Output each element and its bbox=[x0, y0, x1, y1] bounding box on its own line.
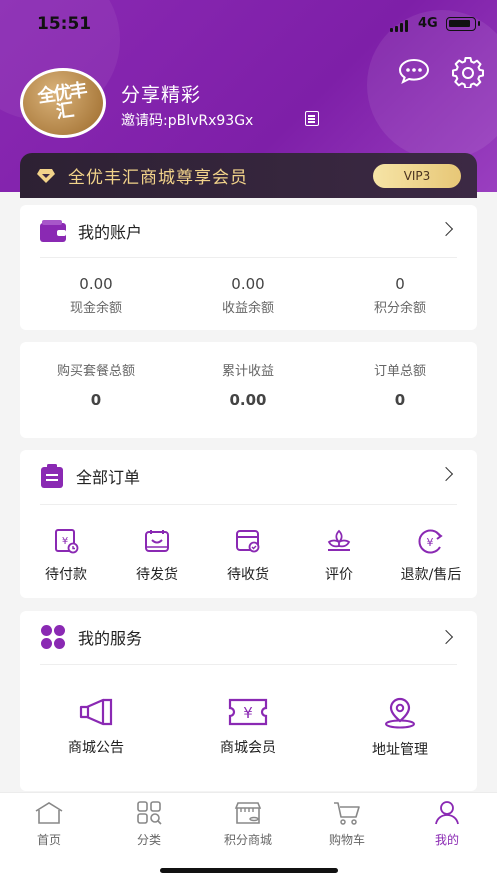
diamond-icon bbox=[37, 168, 55, 183]
svg-text:¥: ¥ bbox=[62, 536, 68, 547]
orders-title: 全部订单 bbox=[76, 468, 141, 487]
service-label: 地址管理 bbox=[372, 742, 428, 758]
category-icon bbox=[137, 801, 162, 825]
megaphone-icon bbox=[79, 698, 113, 726]
svg-text:¥: ¥ bbox=[427, 536, 434, 549]
order-total: 订单总额 0 bbox=[324, 360, 476, 409]
order-refund[interactable]: ¥ 退款/售后 bbox=[393, 528, 469, 584]
refund-icon: ¥ bbox=[418, 529, 443, 554]
service-label: 商城公告 bbox=[68, 740, 124, 756]
network-type: 4G bbox=[418, 16, 438, 31]
avatar-logo-text: 全优丰汇 bbox=[36, 79, 87, 123]
order-item-label: 待付款 bbox=[45, 567, 87, 583]
stat-label: 订单总额 bbox=[373, 364, 426, 379]
points-balance[interactable]: 0 积分余额 bbox=[324, 275, 476, 316]
cash-balance[interactable]: 0.00 现金余额 bbox=[20, 275, 172, 316]
earnings-balance[interactable]: 0.00 收益余额 bbox=[172, 275, 324, 316]
cumulative-earnings: 累计收益 0.00 bbox=[172, 360, 324, 409]
all-orders-header[interactable]: 全部订单 bbox=[20, 450, 477, 502]
signal-icon bbox=[390, 20, 408, 32]
stat-value: 0 bbox=[90, 391, 102, 409]
location-pin-icon bbox=[385, 697, 415, 729]
status-bar: 15:51 4G bbox=[0, 0, 497, 50]
order-pending-payment[interactable]: ¥ 待付款 bbox=[30, 528, 102, 584]
stat-label: 购买套餐总额 bbox=[56, 364, 135, 379]
stat-label: 累计收益 bbox=[221, 364, 274, 379]
pending-payment-icon: ¥ bbox=[55, 529, 79, 554]
tab-label: 我的 bbox=[434, 833, 459, 847]
stat-value: 0.00 bbox=[79, 275, 113, 293]
services-title: 我的服务 bbox=[78, 629, 143, 648]
message-icon[interactable] bbox=[398, 58, 430, 84]
tab-label: 购物车 bbox=[328, 833, 365, 847]
wallet-icon bbox=[40, 220, 66, 242]
tab-category[interactable]: 分类 bbox=[109, 801, 189, 848]
service-label: 商城会员 bbox=[220, 740, 276, 756]
service-announcements[interactable]: 商城公告 bbox=[30, 697, 162, 757]
account-header[interactable]: 我的账户 bbox=[20, 205, 477, 257]
store-icon bbox=[234, 802, 262, 824]
stat-value: 0 bbox=[394, 391, 406, 409]
clipboard-icon bbox=[41, 464, 63, 488]
service-membership[interactable]: ¥ 商城会员 bbox=[182, 697, 314, 757]
vip-title: 全优丰汇商城尊享会员 bbox=[68, 168, 248, 188]
package-total: 购买套餐总额 0 bbox=[20, 360, 172, 409]
order-item-label: 待发货 bbox=[136, 567, 178, 583]
tab-label: 首页 bbox=[36, 833, 61, 847]
cart-icon bbox=[334, 802, 360, 825]
vip-level-badge: VIP3 bbox=[373, 164, 461, 188]
stat-label: 现金余额 bbox=[69, 301, 122, 316]
order-item-label: 评价 bbox=[325, 567, 353, 583]
battery-icon bbox=[446, 17, 480, 31]
home-icon bbox=[35, 802, 63, 824]
tab-label: 分类 bbox=[136, 833, 161, 847]
invite-code: 邀请码:pBlvRx93Gx bbox=[121, 113, 254, 129]
orders-card: 全部订单 ¥ 待付款 待发货 待收货 评价 ¥ 退款/售后 bbox=[20, 450, 477, 598]
services-header[interactable]: 我的服务 bbox=[20, 611, 477, 663]
copy-icon[interactable] bbox=[305, 111, 319, 126]
stat-value: 0.00 bbox=[229, 391, 267, 409]
user-name: 分享精彩 bbox=[121, 84, 202, 106]
order-review[interactable]: 评价 bbox=[303, 528, 375, 584]
avatar[interactable]: 全优丰汇 bbox=[20, 68, 106, 138]
tab-label: 积分商城 bbox=[223, 833, 272, 847]
stat-value: 0.00 bbox=[231, 275, 265, 293]
chevron-right-icon bbox=[438, 221, 454, 237]
pending-receipt-icon bbox=[236, 530, 260, 553]
stat-value: 0 bbox=[395, 275, 405, 293]
account-title: 我的账户 bbox=[78, 223, 143, 242]
tab-home[interactable]: 首页 bbox=[9, 801, 89, 848]
order-pending-shipment[interactable]: 待发货 bbox=[121, 528, 193, 584]
stat-label: 积分余额 bbox=[373, 301, 426, 316]
tab-points-store[interactable]: 积分商城 bbox=[208, 801, 288, 848]
summary-card: 购买套餐总额 0 累计收益 0.00 订单总额 0 bbox=[20, 342, 477, 438]
chevron-right-icon bbox=[438, 629, 454, 645]
home-indicator[interactable] bbox=[160, 868, 338, 873]
grid-flower-icon bbox=[41, 625, 65, 649]
review-icon bbox=[327, 529, 351, 551]
profile-icon bbox=[435, 801, 459, 825]
order-item-label: 退款/售后 bbox=[400, 567, 462, 583]
services-card: 我的服务 商城公告 ¥ 商城会员 地址管理 bbox=[20, 611, 477, 791]
svg-text:¥: ¥ bbox=[243, 704, 253, 722]
order-pending-receipt[interactable]: 待收货 bbox=[212, 528, 284, 584]
pending-shipment-icon bbox=[145, 530, 169, 552]
vip-banner[interactable]: 全优丰汇商城尊享会员 VIP3 bbox=[20, 153, 477, 198]
account-card: 我的账户 0.00 现金余额 0.00 收益余额 0 积分余额 bbox=[20, 205, 477, 330]
gear-icon[interactable] bbox=[452, 56, 484, 88]
stat-label: 收益余额 bbox=[221, 301, 274, 316]
member-ticket-icon: ¥ bbox=[228, 698, 268, 726]
chevron-right-icon bbox=[438, 466, 454, 482]
tab-mine[interactable]: 我的 bbox=[407, 801, 487, 848]
order-item-label: 待收货 bbox=[227, 567, 269, 583]
status-time: 15:51 bbox=[37, 14, 92, 34]
tab-cart[interactable]: 购物车 bbox=[307, 801, 387, 848]
service-address[interactable]: 地址管理 bbox=[334, 697, 466, 759]
